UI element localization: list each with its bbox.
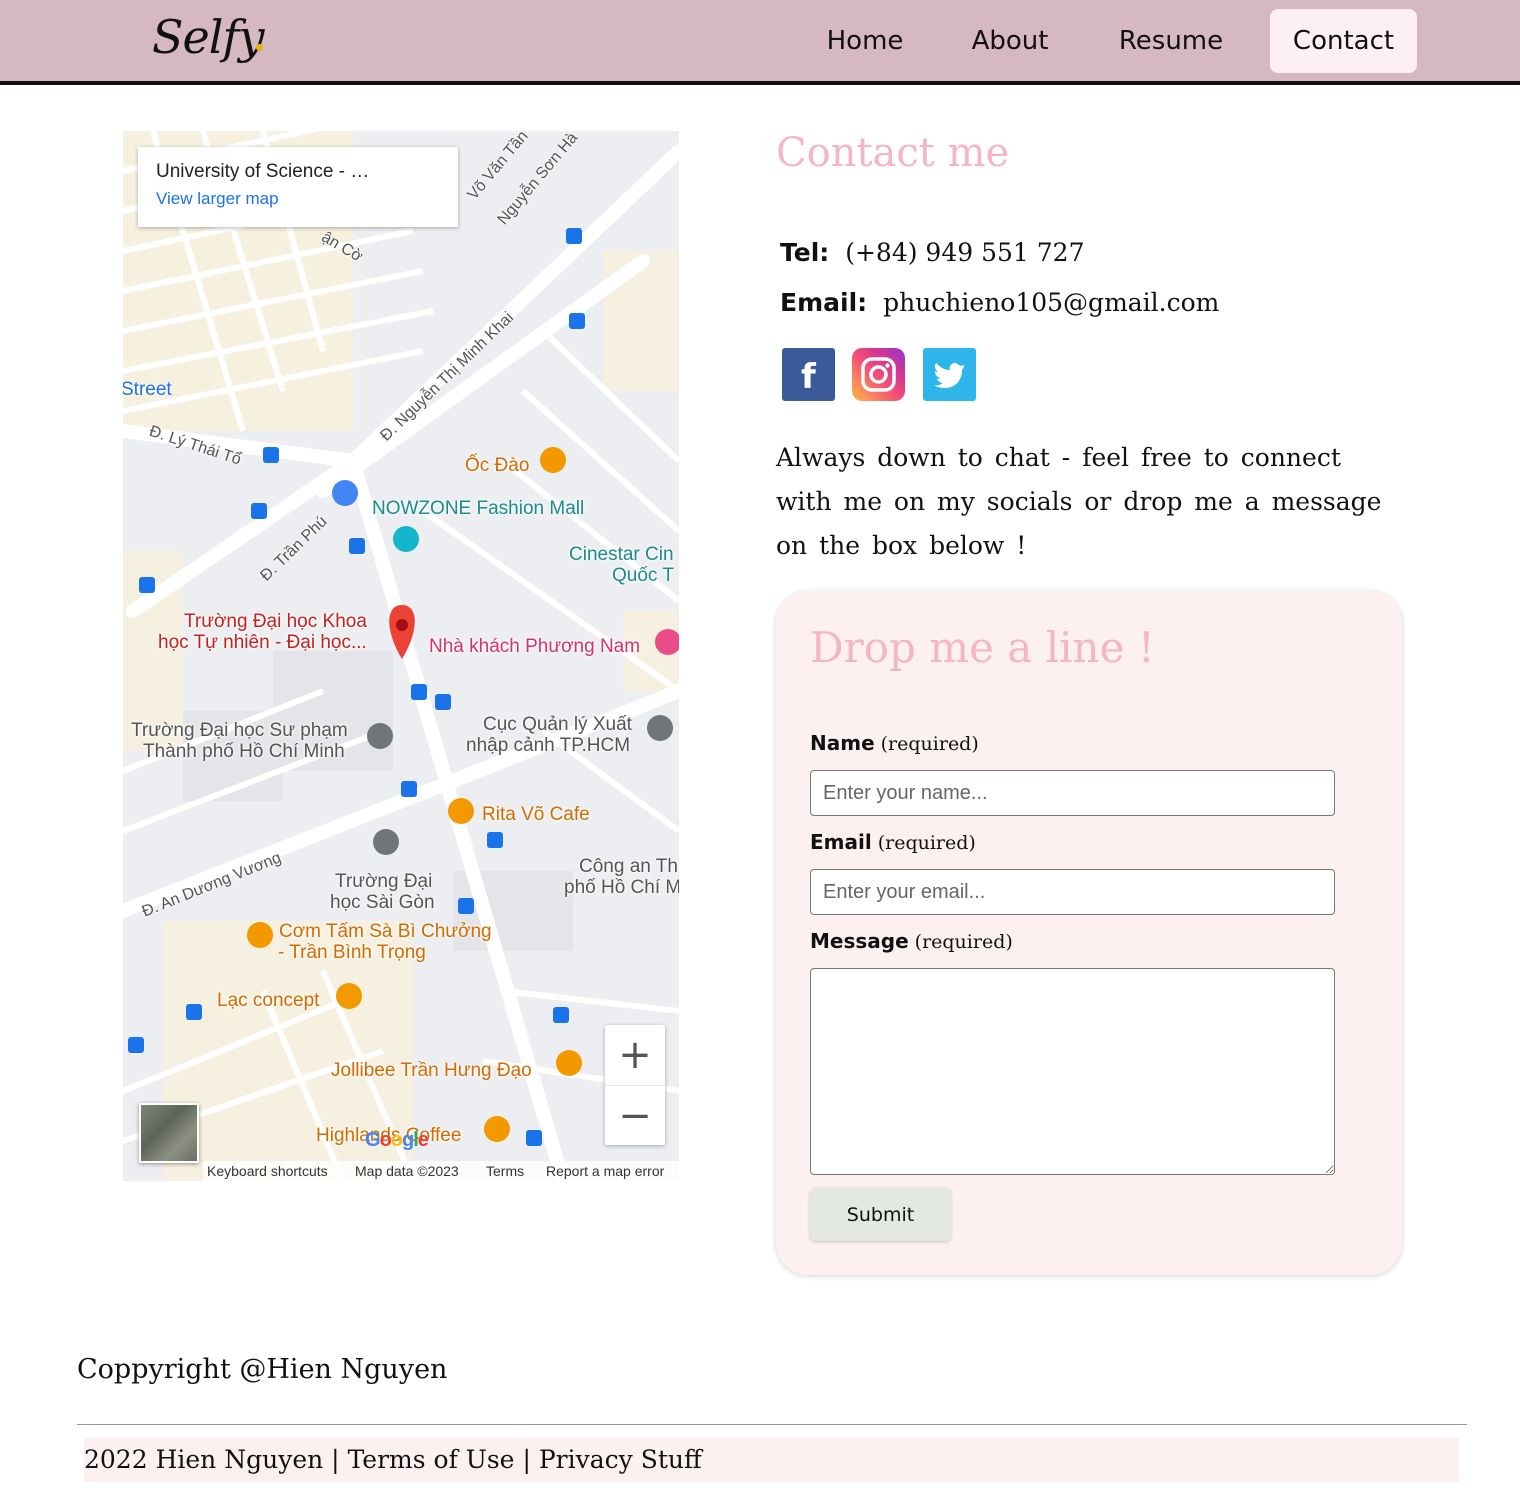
email-row: Email: phuchieno105@gmail.com — [780, 288, 1219, 317]
zoom-in-button[interactable]: + — [605, 1025, 665, 1085]
svg-text:f: f — [801, 357, 817, 397]
map-label: Ốc Đào — [465, 455, 530, 476]
map-label: Nhà khách Phương Nam — [429, 636, 641, 657]
message-textarea[interactable] — [810, 968, 1335, 1175]
logo-dot — [256, 44, 263, 51]
tel-label: Tel: — [780, 238, 830, 267]
email-input[interactable] — [810, 869, 1335, 915]
map-zoom-controls: + − — [605, 1025, 665, 1145]
map-place-card: University of Science - … View larger ma… — [138, 147, 458, 227]
footer-separator: | — [522, 1445, 531, 1474]
email-label-text: Email — [810, 830, 872, 854]
map-place-title: University of Science - … — [156, 161, 370, 182]
tel-row: Tel: (+84) 949 551 727 — [780, 238, 1084, 267]
submit-button[interactable]: Submit — [810, 1188, 951, 1241]
map-label: học Sài Gòn — [330, 892, 435, 913]
contact-tagline: Always down to chat - feel free to conne… — [776, 443, 1382, 560]
footer-bar: 2022 Hien Nguyen | Terms of Use | Privac… — [84, 1438, 1459, 1482]
contact-title: Contact me — [776, 130, 1010, 176]
footer-separator: | — [331, 1445, 340, 1474]
report-map-error-link[interactable]: Report a map error — [546, 1161, 664, 1181]
map-label: học Tự nhiên - Đại học... — [158, 632, 367, 653]
email-field-label: Email (required) — [810, 830, 976, 854]
satellite-toggle[interactable] — [139, 1103, 199, 1163]
map-label: Trường Đại học Khoa — [184, 611, 367, 632]
nav-home[interactable]: Home — [820, 9, 910, 73]
name-required: (required) — [880, 733, 979, 755]
terms-of-use-link[interactable]: Terms of Use — [348, 1445, 515, 1474]
map-label: Street — [123, 379, 172, 400]
map-label: Quốc T — [612, 565, 674, 586]
email-label: Email: — [780, 288, 868, 317]
facebook-icon[interactable]: f — [782, 348, 835, 401]
map-label: Lạc concept — [217, 990, 320, 1011]
map-label: Cơm Tấm Sà Bì Chưởng — [279, 921, 492, 942]
map-label: nhập cảnh TP.HCM — [466, 735, 631, 756]
email-value[interactable]: phuchieno105@gmail.com — [883, 288, 1219, 317]
map-label: phố Hồ Chí M — [564, 877, 679, 898]
embedded-map[interactable]: University of Science - … View larger ma… — [123, 131, 679, 1181]
site-header: Selfy Home About Resume Contact — [0, 0, 1520, 85]
map-label: - Trần Bình Trọng — [278, 942, 426, 963]
map-label: Cục Quản lý Xuất — [483, 714, 632, 735]
zoom-out-button[interactable]: − — [605, 1085, 665, 1145]
map-label: Thành phố Hồ Chí Minh — [143, 741, 345, 762]
map-label: Rita Võ Cafe — [482, 804, 590, 825]
contact-form-card: Drop me a line ! Name(required) Email(re… — [776, 591, 1402, 1275]
map-label: Trường Đại — [335, 871, 433, 892]
view-larger-map-link[interactable]: View larger map — [156, 189, 279, 209]
map-data-link[interactable]: Map data ©2023 — [355, 1161, 459, 1181]
site-logo[interactable]: Selfy — [152, 10, 264, 64]
message-label: Message (required) — [810, 929, 1013, 953]
message-label-text: Message — [810, 929, 909, 953]
name-input[interactable] — [810, 770, 1335, 816]
terms-link[interactable]: Terms — [486, 1161, 524, 1181]
tel-value: (+84) 949 551 727 — [845, 238, 1085, 267]
footer-divider — [77, 1424, 1467, 1425]
privacy-link[interactable]: Privacy Stuff — [539, 1445, 702, 1474]
nav-about[interactable]: About — [965, 9, 1055, 73]
map-footer: Keyboard shortcuts Map data ©2023 Terms … — [203, 1161, 679, 1181]
form-title: Drop me a line ! — [810, 623, 1155, 672]
name-label: Name (required) — [810, 731, 979, 755]
map-label: Cinestar Cin — [569, 544, 674, 565]
email-required: (required) — [877, 832, 976, 854]
footer-year-name: 2022 Hien Nguyen — [84, 1445, 324, 1474]
map-label: Jollibee Trần Hưng Đạo — [331, 1060, 532, 1081]
instagram-icon[interactable] — [852, 348, 905, 401]
copyright-text: Coppyright @Hien Nguyen — [77, 1354, 448, 1385]
nav-contact[interactable]: Contact — [1270, 9, 1417, 73]
map-label: Trường Đại học Sư phạm — [131, 720, 348, 741]
name-label-text: Name — [810, 731, 875, 755]
map-label: NOWZONE Fashion Mall — [372, 498, 585, 519]
twitter-icon[interactable] — [923, 348, 976, 401]
message-required: (required) — [914, 931, 1013, 953]
google-logo: Google — [365, 1129, 429, 1151]
nav-resume[interactable]: Resume — [1110, 9, 1232, 73]
keyboard-shortcuts-link[interactable]: Keyboard shortcuts — [207, 1161, 328, 1181]
map-label: Công an Th — [579, 856, 678, 877]
